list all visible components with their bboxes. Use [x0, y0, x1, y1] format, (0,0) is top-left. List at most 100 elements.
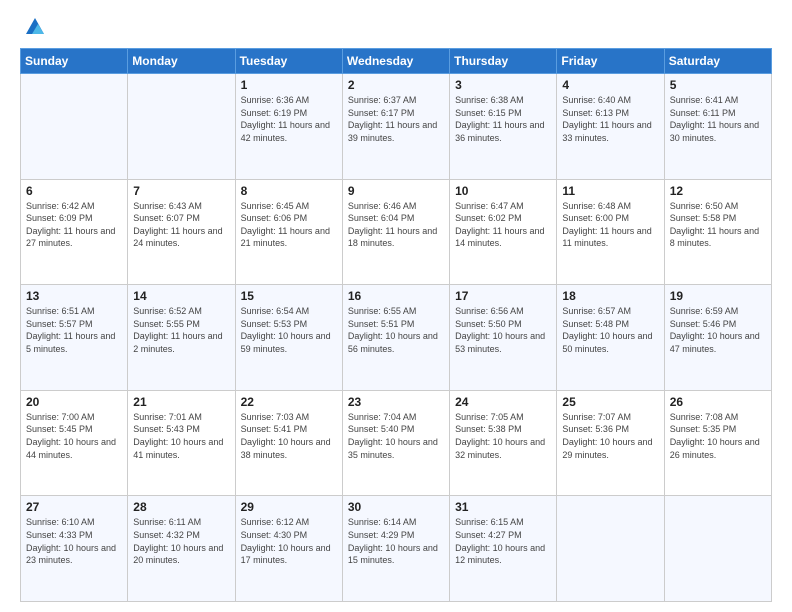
day-number: 6: [26, 184, 122, 198]
day-info: Sunrise: 6:42 AM Sunset: 6:09 PM Dayligh…: [26, 200, 122, 250]
day-number: 13: [26, 289, 122, 303]
day-number: 19: [670, 289, 766, 303]
day-number: 29: [241, 500, 337, 514]
calendar-cell: 8 Sunrise: 6:45 AM Sunset: 6:06 PM Daylig…: [235, 179, 342, 285]
day-number: 24: [455, 395, 551, 409]
day-info: Sunrise: 6:52 AM Sunset: 5:55 PM Dayligh…: [133, 305, 229, 355]
day-info: Sunrise: 6:43 AM Sunset: 6:07 PM Dayligh…: [133, 200, 229, 250]
day-info: Sunrise: 6:36 AM Sunset: 6:19 PM Dayligh…: [241, 94, 337, 144]
calendar-week-row: 20 Sunrise: 7:00 AM Sunset: 5:45 PM Dayli…: [21, 390, 772, 496]
day-number: 10: [455, 184, 551, 198]
calendar-week-row: 27 Sunrise: 6:10 AM Sunset: 4:33 PM Dayli…: [21, 496, 772, 602]
day-number: 23: [348, 395, 444, 409]
day-info: Sunrise: 6:11 AM Sunset: 4:32 PM Dayligh…: [133, 516, 229, 566]
day-number: 28: [133, 500, 229, 514]
day-number: 8: [241, 184, 337, 198]
calendar-cell: 13 Sunrise: 6:51 AM Sunset: 5:57 PM Dayli…: [21, 285, 128, 391]
day-number: 7: [133, 184, 229, 198]
day-info: Sunrise: 6:10 AM Sunset: 4:33 PM Dayligh…: [26, 516, 122, 566]
calendar-cell: [664, 496, 771, 602]
day-number: 27: [26, 500, 122, 514]
calendar-cell: 31Sunrise: 6:15 AM Sunset: 4:27 PM Dayli…: [450, 496, 557, 602]
calendar-cell: 1 Sunrise: 6:36 AM Sunset: 6:19 PM Daylig…: [235, 74, 342, 180]
calendar-cell: 10 Sunrise: 6:47 AM Sunset: 6:02 PM Dayli…: [450, 179, 557, 285]
calendar-cell: 21Sunrise: 7:01 AM Sunset: 5:43 PM Dayli…: [128, 390, 235, 496]
day-info: Sunrise: 6:12 AM Sunset: 4:30 PM Dayligh…: [241, 516, 337, 566]
logo-icon: [24, 16, 46, 38]
day-info: Sunrise: 7:00 AM Sunset: 5:45 PM Dayligh…: [26, 411, 122, 461]
day-info: Sunrise: 6:59 AM Sunset: 5:46 PM Dayligh…: [670, 305, 766, 355]
calendar-cell: 3 Sunrise: 6:38 AM Sunset: 6:15 PM Daylig…: [450, 74, 557, 180]
calendar-day-header: Wednesday: [342, 49, 449, 74]
calendar-cell: 4 Sunrise: 6:40 AM Sunset: 6:13 PM Daylig…: [557, 74, 664, 180]
day-number: 2: [348, 78, 444, 92]
day-info: Sunrise: 6:40 AM Sunset: 6:13 PM Dayligh…: [562, 94, 658, 144]
day-number: 14: [133, 289, 229, 303]
day-number: 26: [670, 395, 766, 409]
calendar-cell: 12 Sunrise: 6:50 AM Sunset: 5:58 PM Dayli…: [664, 179, 771, 285]
calendar-cell: [128, 74, 235, 180]
calendar-cell: 5 Sunrise: 6:41 AM Sunset: 6:11 PM Daylig…: [664, 74, 771, 180]
calendar-day-header: Thursday: [450, 49, 557, 74]
day-info: Sunrise: 6:48 AM Sunset: 6:00 PM Dayligh…: [562, 200, 658, 250]
calendar-week-row: 6 Sunrise: 6:42 AM Sunset: 6:09 PM Daylig…: [21, 179, 772, 285]
page: SundayMondayTuesdayWednesdayThursdayFrid…: [0, 0, 792, 612]
calendar-cell: 27 Sunrise: 6:10 AM Sunset: 4:33 PM Dayli…: [21, 496, 128, 602]
day-info: Sunrise: 6:54 AM Sunset: 5:53 PM Dayligh…: [241, 305, 337, 355]
calendar-cell: 28 Sunrise: 6:11 AM Sunset: 4:32 PM Dayli…: [128, 496, 235, 602]
calendar-header-row: SundayMondayTuesdayWednesdayThursdayFrid…: [21, 49, 772, 74]
calendar-cell: 22Sunrise: 7:03 AM Sunset: 5:41 PM Dayli…: [235, 390, 342, 496]
calendar-cell: 11Sunrise: 6:48 AM Sunset: 6:00 PM Dayli…: [557, 179, 664, 285]
day-number: 30: [348, 500, 444, 514]
day-number: 4: [562, 78, 658, 92]
day-info: Sunrise: 7:05 AM Sunset: 5:38 PM Dayligh…: [455, 411, 551, 461]
day-number: 5: [670, 78, 766, 92]
calendar-cell: 23Sunrise: 7:04 AM Sunset: 5:40 PM Dayli…: [342, 390, 449, 496]
calendar-cell: 18Sunrise: 6:57 AM Sunset: 5:48 PM Dayli…: [557, 285, 664, 391]
day-number: 16: [348, 289, 444, 303]
day-number: 25: [562, 395, 658, 409]
day-info: Sunrise: 6:55 AM Sunset: 5:51 PM Dayligh…: [348, 305, 444, 355]
calendar-day-header: Monday: [128, 49, 235, 74]
day-number: 12: [670, 184, 766, 198]
day-number: 3: [455, 78, 551, 92]
day-info: Sunrise: 7:03 AM Sunset: 5:41 PM Dayligh…: [241, 411, 337, 461]
day-info: Sunrise: 6:51 AM Sunset: 5:57 PM Dayligh…: [26, 305, 122, 355]
day-info: Sunrise: 6:41 AM Sunset: 6:11 PM Dayligh…: [670, 94, 766, 144]
calendar-cell: [557, 496, 664, 602]
calendar-cell: [21, 74, 128, 180]
day-info: Sunrise: 6:14 AM Sunset: 4:29 PM Dayligh…: [348, 516, 444, 566]
calendar-cell: 29 Sunrise: 6:12 AM Sunset: 4:30 PM Dayli…: [235, 496, 342, 602]
calendar-cell: 2 Sunrise: 6:37 AM Sunset: 6:17 PM Daylig…: [342, 74, 449, 180]
day-info: Sunrise: 6:56 AM Sunset: 5:50 PM Dayligh…: [455, 305, 551, 355]
calendar-day-header: Tuesday: [235, 49, 342, 74]
calendar-table: SundayMondayTuesdayWednesdayThursdayFrid…: [20, 48, 772, 602]
calendar-cell: 19 Sunrise: 6:59 AM Sunset: 5:46 PM Dayli…: [664, 285, 771, 391]
day-info: Sunrise: 6:37 AM Sunset: 6:17 PM Dayligh…: [348, 94, 444, 144]
day-number: 1: [241, 78, 337, 92]
calendar-week-row: 1 Sunrise: 6:36 AM Sunset: 6:19 PM Daylig…: [21, 74, 772, 180]
calendar-day-header: Friday: [557, 49, 664, 74]
day-number: 9: [348, 184, 444, 198]
day-info: Sunrise: 6:47 AM Sunset: 6:02 PM Dayligh…: [455, 200, 551, 250]
calendar-cell: 26 Sunrise: 7:08 AM Sunset: 5:35 PM Dayli…: [664, 390, 771, 496]
calendar-day-header: Sunday: [21, 49, 128, 74]
logo: [20, 16, 46, 38]
day-info: Sunrise: 7:08 AM Sunset: 5:35 PM Dayligh…: [670, 411, 766, 461]
day-info: Sunrise: 6:50 AM Sunset: 5:58 PM Dayligh…: [670, 200, 766, 250]
day-info: Sunrise: 6:45 AM Sunset: 6:06 PM Dayligh…: [241, 200, 337, 250]
calendar-cell: 15 Sunrise: 6:54 AM Sunset: 5:53 PM Dayli…: [235, 285, 342, 391]
calendar-cell: 6 Sunrise: 6:42 AM Sunset: 6:09 PM Daylig…: [21, 179, 128, 285]
calendar-cell: 24 Sunrise: 7:05 AM Sunset: 5:38 PM Dayli…: [450, 390, 557, 496]
calendar-day-header: Saturday: [664, 49, 771, 74]
calendar-cell: 16 Sunrise: 6:55 AM Sunset: 5:51 PM Dayli…: [342, 285, 449, 391]
day-number: 15: [241, 289, 337, 303]
day-info: Sunrise: 6:57 AM Sunset: 5:48 PM Dayligh…: [562, 305, 658, 355]
calendar-cell: 25Sunrise: 7:07 AM Sunset: 5:36 PM Dayli…: [557, 390, 664, 496]
calendar-cell: 17Sunrise: 6:56 AM Sunset: 5:50 PM Dayli…: [450, 285, 557, 391]
calendar-cell: 30 Sunrise: 6:14 AM Sunset: 4:29 PM Dayli…: [342, 496, 449, 602]
calendar-cell: 20 Sunrise: 7:00 AM Sunset: 5:45 PM Dayli…: [21, 390, 128, 496]
day-info: Sunrise: 6:46 AM Sunset: 6:04 PM Dayligh…: [348, 200, 444, 250]
day-number: 20: [26, 395, 122, 409]
day-info: Sunrise: 6:38 AM Sunset: 6:15 PM Dayligh…: [455, 94, 551, 144]
